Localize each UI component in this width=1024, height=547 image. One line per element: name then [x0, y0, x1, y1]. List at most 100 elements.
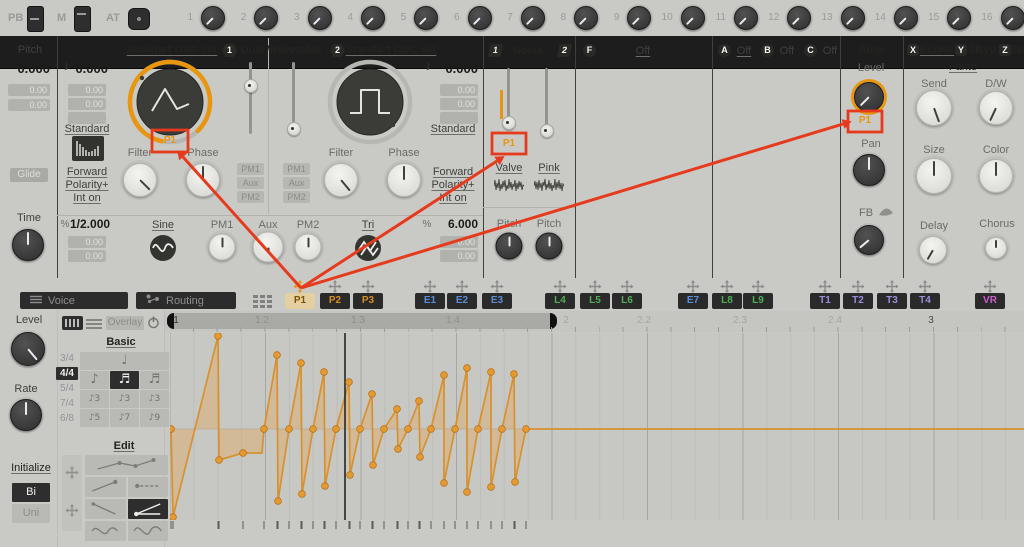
- fx-send-knob[interactable]: [916, 90, 952, 126]
- fx-preset-menu[interactable]: Fanto: [949, 61, 977, 73]
- move-handle-icon[interactable]: [818, 280, 832, 293]
- bipolar-button[interactable]: Bi: [12, 483, 50, 502]
- drag-handle-icon[interactable]: [65, 466, 79, 479]
- move-handle-icon[interactable]: [620, 280, 634, 293]
- pm2-knob[interactable]: [294, 233, 322, 261]
- overlay-button[interactable]: Overlay: [106, 316, 144, 330]
- mseg-point[interactable]: [346, 471, 354, 479]
- move-handle-icon[interactable]: [851, 280, 865, 293]
- mseg-point[interactable]: [487, 483, 495, 491]
- nav-tab-E1[interactable]: E1: [415, 293, 445, 309]
- unipolar-button[interactable]: Uni: [12, 504, 50, 523]
- mseg-point[interactable]: [522, 425, 530, 433]
- aftertouch-control[interactable]: [128, 8, 150, 30]
- mseg-point[interactable]: [260, 425, 268, 433]
- mseg-point[interactable]: [214, 332, 222, 340]
- mseg-point[interactable]: [167, 425, 175, 433]
- amp-fb-knob[interactable]: [854, 225, 884, 255]
- mseg-point[interactable]: [415, 397, 423, 405]
- edit-tool-multi-point[interactable]: [85, 455, 168, 475]
- mseg-envelope-editor[interactable]: [167, 332, 1024, 521]
- mseg-point[interactable]: [298, 490, 306, 498]
- osc2-mode-menu[interactable]: Standard: [431, 123, 476, 135]
- mseg-point[interactable]: [427, 425, 435, 433]
- nav-tab-L4[interactable]: L4: [545, 293, 575, 309]
- macro-knob-11[interactable]: [734, 6, 758, 30]
- osc1-polarity-menu[interactable]: Polarity+: [65, 179, 108, 191]
- fb-shape-icon[interactable]: [878, 204, 894, 222]
- nav-tab-T3[interactable]: T3: [877, 293, 907, 309]
- osc2-interpolation-menu[interactable]: Int on: [439, 192, 467, 204]
- osc1-model-menu[interactable]: Standart OSC set: [127, 44, 217, 56]
- pitchbend-slider[interactable]: [27, 6, 44, 32]
- osc2-sync-mode[interactable]: %: [423, 219, 432, 231]
- mseg-point[interactable]: [309, 425, 317, 433]
- osc1-phase-knob[interactable]: [186, 163, 220, 197]
- wavetable-slider-handle[interactable]: [286, 122, 301, 136]
- nav-tab-L5[interactable]: L5: [580, 293, 610, 309]
- macro-knob-1[interactable]: [201, 6, 225, 30]
- osc1-mod-assignment[interactable]: P1: [164, 135, 176, 146]
- osc1-sync-mode[interactable]: %: [61, 219, 70, 231]
- macro-knob-16[interactable]: [1000, 6, 1024, 30]
- osc2-wave-knob[interactable]: [326, 58, 414, 151]
- mseg-point[interactable]: [345, 378, 353, 386]
- mseg-point[interactable]: [451, 425, 459, 433]
- osc1-output-wave-menu[interactable]: Sine: [152, 219, 174, 231]
- modwheel-slider[interactable]: [74, 6, 91, 32]
- nav-tab-L6[interactable]: L6: [612, 293, 642, 309]
- osc1-sync-value[interactable]: 1/2.000: [70, 218, 110, 231]
- move-handle-icon[interactable]: [983, 280, 997, 293]
- nav-tab-VR[interactable]: VR: [975, 293, 1005, 309]
- macro-knob-9[interactable]: [627, 6, 652, 30]
- move-handle-icon[interactable]: [455, 280, 469, 293]
- osc1-mod-box[interactable]: 0.00: [68, 98, 106, 110]
- fx-x-badge[interactable]: X: [907, 44, 919, 56]
- mseg-point[interactable]: [440, 371, 448, 379]
- macro-knob-14[interactable]: [893, 6, 918, 30]
- note-cell-♩[interactable]: ♩: [80, 352, 169, 370]
- mseg-point[interactable]: [416, 453, 424, 461]
- nav-tab-L8[interactable]: L8: [712, 293, 742, 309]
- slot-b-badge[interactable]: B: [761, 44, 774, 57]
- osc1-direction-menu[interactable]: Forward: [67, 166, 107, 178]
- edit-tool-sine2[interactable]: [127, 521, 168, 541]
- note-cell-♪5[interactable]: ♪5: [80, 409, 109, 427]
- amp-pan-knob[interactable]: [853, 154, 885, 186]
- noise2-badge[interactable]: 2: [556, 44, 573, 57]
- fx-chorus-knob[interactable]: [985, 237, 1007, 259]
- move-handle-icon[interactable]: [588, 280, 602, 293]
- mseg-point[interactable]: [511, 478, 519, 486]
- mseg-point[interactable]: [285, 425, 293, 433]
- macro-knob-7[interactable]: [520, 6, 545, 30]
- osc1-sync-mod-box[interactable]: 0.00: [68, 236, 106, 248]
- nav-tab-E2[interactable]: E2: [447, 293, 477, 309]
- edit-tool-hold[interactable]: [127, 477, 168, 497]
- fx-x-menu[interactable]: EcoRe: [920, 44, 954, 56]
- move-handle-icon[interactable]: [361, 280, 375, 293]
- mseg-point[interactable]: [510, 370, 518, 378]
- noise1-pitch-knob[interactable]: [495, 232, 523, 260]
- edit-tool-line-up[interactable]: [85, 477, 126, 497]
- noise1-type-menu[interactable]: Valve: [496, 162, 523, 174]
- mseg-point[interactable]: [463, 488, 471, 496]
- fx-delay-knob[interactable]: [919, 236, 947, 264]
- mseg-point[interactable]: [239, 449, 247, 457]
- mseg-point[interactable]: [393, 405, 401, 413]
- quarter-note-icon[interactable]: ♩: [426, 62, 431, 74]
- note-cell-♪[interactable]: ♪: [80, 371, 109, 389]
- lfo-level-knob[interactable]: [11, 332, 45, 366]
- pitch-mod-box[interactable]: 0.00: [8, 99, 50, 111]
- osc2-filter-knob[interactable]: [324, 163, 358, 197]
- fx-y-badge[interactable]: Y: [955, 44, 967, 56]
- time-sig-4-4[interactable]: 4/4: [56, 367, 78, 380]
- aux-knob[interactable]: [252, 231, 284, 263]
- move-handle-icon[interactable]: [751, 280, 765, 293]
- nav-tab-T1[interactable]: T1: [810, 293, 840, 309]
- amp-level-knob[interactable]: [854, 82, 884, 112]
- slot-a-menu[interactable]: Off: [737, 45, 751, 57]
- mseg-point[interactable]: [274, 497, 282, 505]
- mseg-point[interactable]: [474, 425, 482, 433]
- note-cell-♪3[interactable]: ♪3: [80, 390, 109, 408]
- osc2-sync-mod-box[interactable]: 0.00: [440, 250, 478, 262]
